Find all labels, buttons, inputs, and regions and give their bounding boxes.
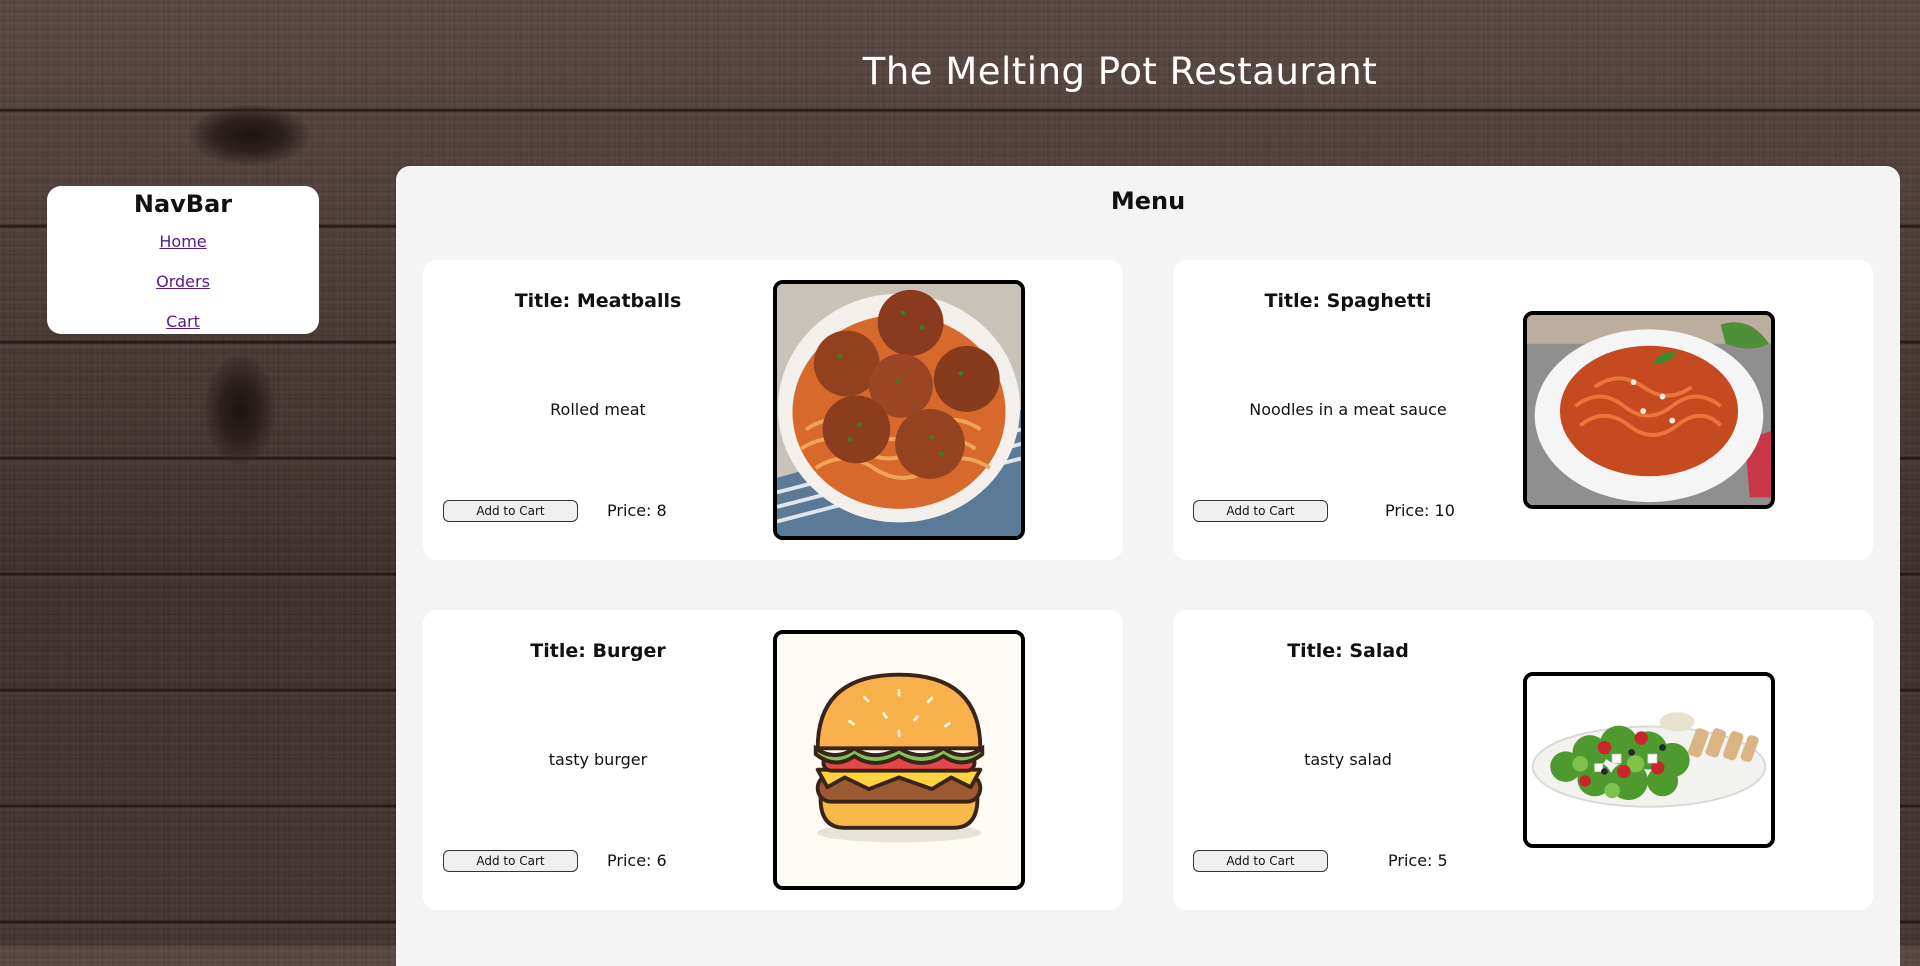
burger-image (773, 630, 1025, 890)
menu-card-meatballs: Title: Meatballs Rolled meat Add to Cart… (423, 260, 1123, 560)
card-description: tasty burger (548, 750, 648, 769)
add-to-cart-button[interactable]: Add to Cart (1193, 500, 1328, 522)
spaghetti-image (1523, 311, 1775, 509)
nav-link-cart[interactable]: Cart (47, 312, 319, 332)
menu-card-spaghetti: Title: Spaghetti Noodles in a meat sauce… (1173, 260, 1873, 560)
menu-panel: Menu Title: Meatballs Rolled meat Add to… (396, 166, 1900, 966)
navbar: NavBar Home Orders Cart (47, 186, 319, 334)
card-price: Price: 8 (607, 501, 667, 520)
site-title: The Melting Pot Restaurant (862, 50, 1378, 93)
nav-link-orders[interactable]: Orders (47, 272, 319, 292)
menu-card-burger: Title: Burger tasty burger Add to Cart P… (423, 610, 1123, 910)
wood-knot (190, 105, 310, 165)
card-description: tasty salad (1304, 750, 1392, 769)
card-price: Price: 5 (1388, 851, 1448, 870)
meatballs-image (773, 280, 1025, 540)
menu-title: Menu (1110, 187, 1186, 215)
add-to-cart-button[interactable]: Add to Cart (443, 500, 578, 522)
card-title: Title: Meatballs (514, 290, 682, 312)
card-price: Price: 10 (1385, 501, 1455, 520)
add-to-cart-button[interactable]: Add to Cart (443, 850, 578, 872)
wood-knot (205, 355, 275, 465)
card-description: Noodles in a meat sauce (1249, 400, 1447, 419)
add-to-cart-button[interactable]: Add to Cart (1193, 850, 1328, 872)
menu-card-salad: Title: Salad tasty salad Add to Cart Pri… (1173, 610, 1873, 910)
card-title: Title: Salad (1287, 640, 1409, 662)
salad-image (1523, 672, 1775, 848)
navbar-title: NavBar (133, 190, 233, 218)
card-title: Title: Spaghetti (1264, 290, 1432, 312)
card-price: Price: 6 (607, 851, 667, 870)
card-description: Rolled meat (550, 400, 646, 419)
card-title: Title: Burger (530, 640, 666, 662)
nav-link-home[interactable]: Home (47, 232, 319, 252)
